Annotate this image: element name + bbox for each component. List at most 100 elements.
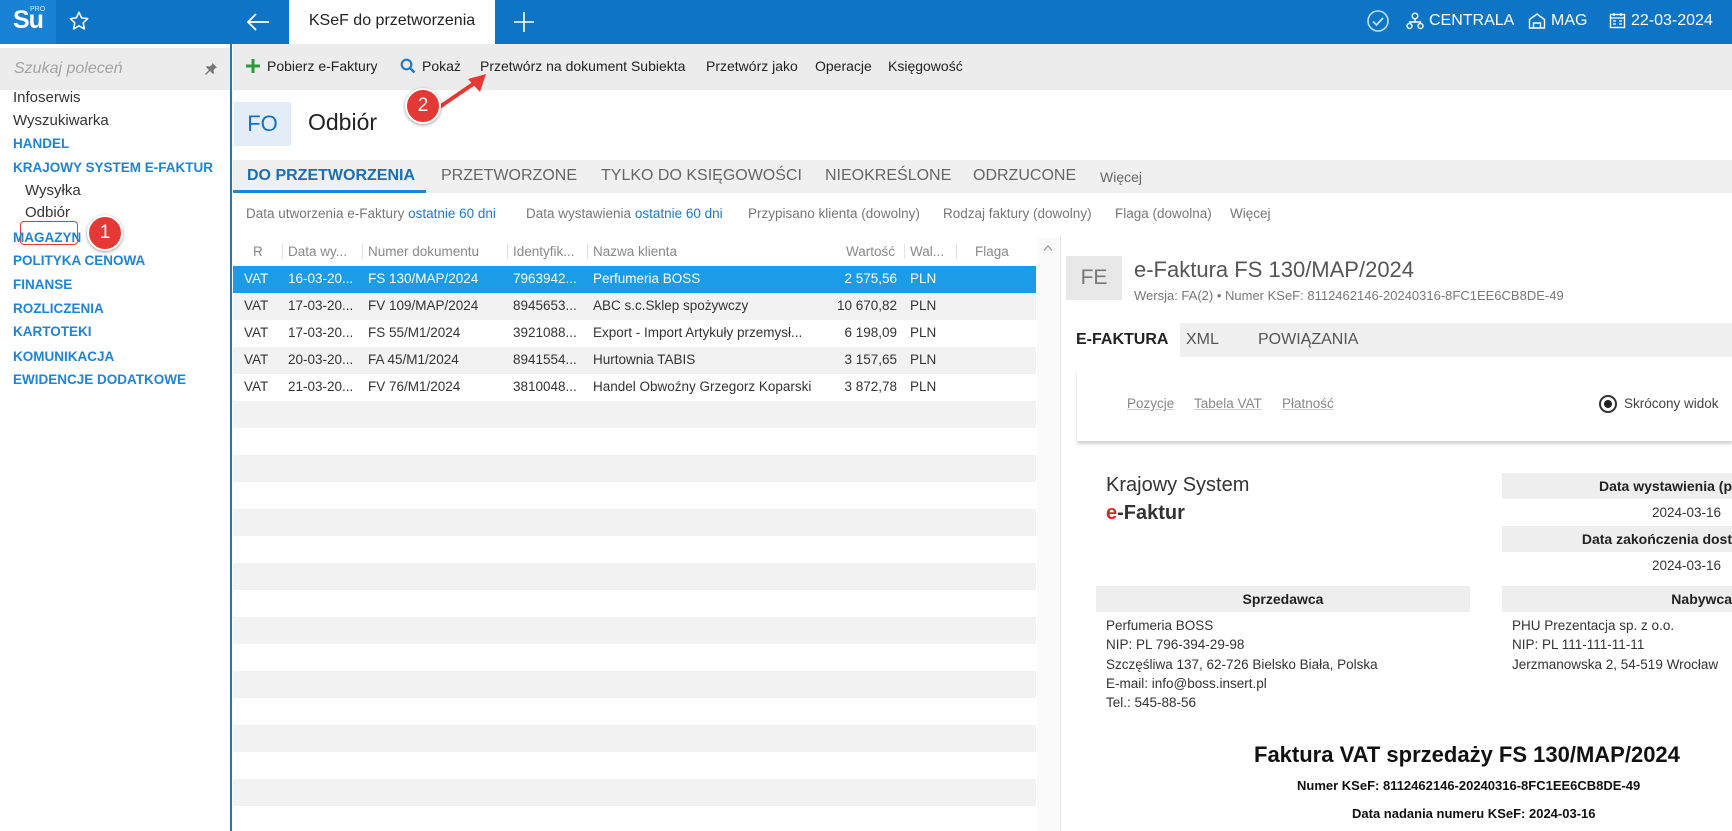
empty-table-row [233, 482, 1036, 509]
tab-tylko-do-ksiegowosci[interactable]: TYLKO DO KSIĘGOWOŚCI [601, 167, 802, 185]
cell-vat-type: VAT [244, 271, 269, 286]
table-row[interactable]: VAT 21-03-20... FV 76/M1/2024 3810048... Han… [233, 374, 1036, 401]
pin-icon[interactable] [204, 62, 218, 76]
preview-subtitle: Wersja: FA(2) • Numer KSeF: 8112462146-2… [1134, 288, 1564, 303]
sidebar-section-ewidencje-dodatkowe[interactable]: EWIDENCJE DODATKOWE [13, 372, 186, 387]
sidebar-section-kartoteki[interactable]: KARTOTEKI [13, 324, 92, 339]
module-code-badge: FO [234, 102, 291, 146]
branch-selector[interactable]: CENTRALA [1406, 0, 1514, 44]
preview-tab-efaktura[interactable]: E-FAKTURA [1064, 323, 1181, 357]
preview-tab-xml[interactable]: XML [1186, 331, 1219, 349]
delivery-end-date-value: 2024-03-16 [1652, 558, 1722, 573]
sidebar-section-ksef[interactable]: KRAJOWY SYSTEM E-FAKTUR [13, 160, 213, 175]
status-check-button[interactable] [1366, 0, 1395, 44]
empty-table-row [233, 725, 1036, 752]
doc-nav-vat-table[interactable]: Tabela VAT [1194, 396, 1262, 411]
back-button[interactable] [244, 8, 274, 36]
app-logo[interactable]: Su PRO [0, 0, 56, 44]
table-row[interactable]: VAT 16-03-20... FS 130/MAP/2024 7963942... P… [233, 266, 1036, 293]
column-header-r[interactable]: R [253, 244, 273, 259]
sidebar-item-odbior[interactable]: Odbiór [25, 204, 70, 221]
preview-title: e-Faktura FS 130/MAP/2024 [1134, 257, 1415, 282]
tab-ksef-do-przetworzenia[interactable]: KSeF do przetworzenia [289, 0, 495, 44]
table-row[interactable]: VAT 17-03-20... FV 109/MAP/2024 8945653... A… [233, 293, 1036, 320]
document-nav: Pozycje Tabela VAT Płatność Skrócony wid… [1077, 369, 1732, 441]
cell-currency: PLN [910, 325, 937, 340]
seller-phone: Tel.: 545-88-56 [1106, 695, 1197, 710]
cell-date: 20-03-20... [288, 352, 354, 367]
process-to-subiekt-button[interactable]: Przetwórz na dokument Subiekta [480, 58, 685, 74]
filter-more[interactable]: Więcej [1230, 206, 1271, 221]
filter-issue-date[interactable]: Data wystawienia ostatnie 60 dni [526, 206, 723, 221]
sidebar-section-handel[interactable]: HANDEL [13, 136, 69, 151]
empty-table-row [233, 428, 1036, 455]
ksef-number: Numer KSeF: 8112462146-20240316-8FC1EE6C… [1297, 778, 1641, 793]
seller-nip: NIP: PL 796-394-29-98 [1106, 637, 1245, 652]
cell-date: 17-03-20... [288, 298, 354, 313]
sidebar-section-rozliczenia[interactable]: ROZLICZENIA [13, 301, 104, 316]
grid-scrollbar[interactable] [1037, 238, 1059, 831]
cell-currency: PLN [910, 298, 937, 313]
short-view-radio[interactable] [1599, 395, 1617, 413]
empty-table-row [233, 455, 1036, 482]
sidebar-section-magazyn[interactable]: MAGAZYN [13, 230, 81, 245]
sidebar-item-wyszukiwarka[interactable]: Wyszukiwarka [13, 112, 109, 129]
filter-created-date[interactable]: Data utworzenia e-Faktury ostatnie 60 dn… [246, 206, 496, 221]
column-header-value[interactable]: Wartość [823, 244, 895, 259]
list-tabs: DO PRZETWORZENIA PRZETWORZONE TYLKO DO K… [233, 160, 1732, 193]
column-header-client-name[interactable]: Nazwa klienta [587, 244, 817, 259]
column-header-currency[interactable]: Wal... [904, 244, 948, 259]
accounting-button[interactable]: Księgowość [888, 58, 963, 74]
cell-identifier: 3921088... [513, 325, 577, 340]
filter-invoice-type[interactable]: Rodzaj faktury (dowolny) [943, 206, 1092, 221]
ksef-logo-faktur: -Faktur [1117, 502, 1185, 524]
table-row[interactable]: VAT 17-03-20... FS 55/M1/2024 3921088... Exp… [233, 320, 1036, 347]
sidebar-section-polityka-cenowa[interactable]: POLITYKA CENOWA [13, 253, 145, 268]
short-view-label: Skrócony widok [1624, 396, 1719, 411]
date-selector[interactable]: 22-03-2024 [1609, 0, 1713, 44]
sidebar-section-komunikacja[interactable]: KOMUNIKACJA [13, 349, 114, 364]
new-tab-button[interactable] [512, 10, 538, 36]
seller-address: Szczęśliwa 137, 62-726 Bielsko Biała, Po… [1106, 657, 1378, 672]
column-header-doc-number[interactable]: Numer dokumentu [362, 244, 492, 259]
process-as-button[interactable]: Przetwórz jako [706, 58, 798, 74]
operations-button[interactable]: Operacje [815, 58, 872, 74]
cell-vat-type: VAT [244, 379, 269, 394]
grid-header: R Data wy... Numer dokumentu Identyfik..… [233, 238, 1036, 266]
column-header-date[interactable]: Data wy... [282, 244, 354, 259]
tab-more[interactable]: Więcej [1100, 169, 1142, 185]
cell-identifier: 3810048... [513, 379, 577, 394]
cell-doc-number: FS 55/M1/2024 [368, 325, 461, 340]
buyer-nip: NIP: PL 111-111-11-11 [1512, 637, 1645, 652]
search-icon [400, 58, 416, 74]
chevron-up-icon[interactable] [1043, 244, 1053, 252]
tab-nieokreslone[interactable]: NIEOKREŚLONE [825, 167, 951, 185]
command-search-input[interactable] [14, 58, 194, 80]
column-header-identifier[interactable]: Identyfik... [507, 244, 579, 259]
cell-doc-number: FS 130/MAP/2024 [368, 271, 479, 286]
favorites-button[interactable] [68, 10, 98, 34]
column-header-flag[interactable]: Flaga [956, 244, 1036, 259]
tab-do-przetworzenia[interactable]: DO PRZETWORZENIA [247, 167, 415, 185]
warehouse-selector[interactable]: MAG [1528, 0, 1587, 44]
tab-odrzucone[interactable]: ODRZUCONE [973, 167, 1076, 185]
filter-flag[interactable]: Flaga (dowolna) [1115, 206, 1212, 221]
sidebar-section-finanse[interactable]: FINANSE [13, 277, 72, 292]
step-2-badge: 2 [405, 88, 441, 124]
cell-vat-type: VAT [244, 325, 269, 340]
download-einvoices-button[interactable]: Pobierz e-Faktury [245, 58, 377, 74]
table-row[interactable]: VAT 20-03-20... FA 45/M1/2024 8941554... Hur… [233, 347, 1036, 374]
filter-client[interactable]: Przypisano klienta (dowolny) [748, 206, 920, 221]
tab-przetworzone[interactable]: PRZETWORZONE [441, 167, 577, 185]
preview-tab-powiazania[interactable]: POWIĄZANIA [1258, 331, 1358, 349]
sidebar-item-infoserwis[interactable]: Infoserwis [13, 89, 81, 106]
buyer-header: Nabywca [1502, 586, 1732, 612]
doc-nav-payment[interactable]: Płatność [1282, 396, 1334, 411]
doc-nav-positions[interactable]: Pozycje [1127, 396, 1174, 411]
cell-value: 10 670,82 [836, 298, 897, 313]
seller-email: E-mail: info@boss.insert.pl [1106, 676, 1267, 691]
cell-identifier: 8941554... [513, 352, 577, 367]
issue-date-value: 2024-03-16 [1652, 505, 1722, 520]
sidebar-item-wysylka[interactable]: Wysyłka [25, 182, 81, 199]
empty-table-row [233, 563, 1036, 590]
